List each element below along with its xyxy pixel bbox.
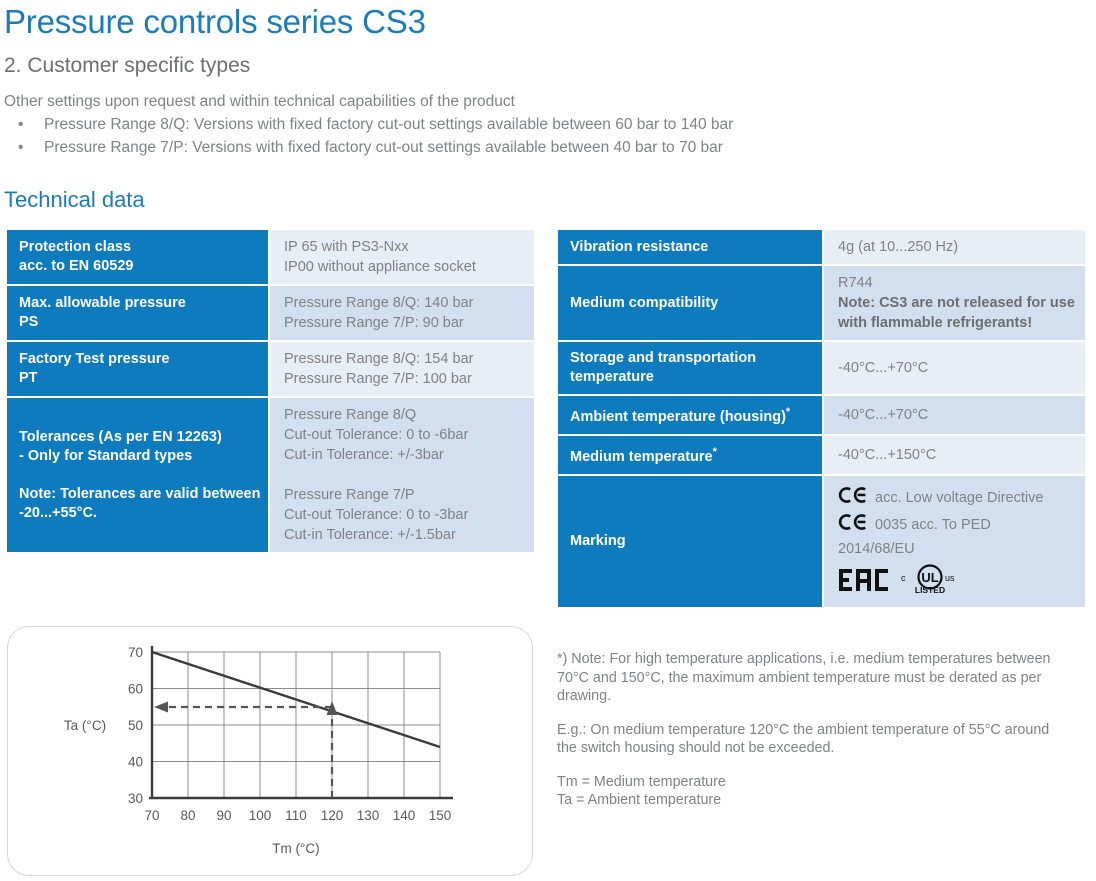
technical-data-table-right: Vibration resistance 4g (at 10...250 Hz)… bbox=[558, 230, 1085, 609]
intro-bullet-list: • Pressure Range 8/Q: Versions with fixe… bbox=[4, 113, 1064, 159]
technical-data-heading: Technical data bbox=[4, 187, 145, 212]
row-key: Storage and transportation temperature bbox=[558, 341, 824, 396]
bullet-icon: • bbox=[18, 116, 24, 133]
row-key: Medium compatibility bbox=[558, 265, 824, 342]
table-row: Protection class acc. to EN 60529 IP 65 w… bbox=[7, 230, 534, 286]
row-value: IP 65 with PS3-Nxx IP00 without appliance… bbox=[269, 230, 534, 286]
row-value-marking: acc. Low voltage Directive 0035 acc. To … bbox=[823, 474, 1085, 609]
marking-block: acc. Low voltage Directive 0035 acc. To … bbox=[838, 483, 1077, 600]
intro-block: Other settings upon request and within t… bbox=[4, 90, 1064, 159]
table-row: Factory Test pressure PT Pressure Range 8… bbox=[7, 341, 534, 398]
svg-text:110: 110 bbox=[285, 808, 307, 823]
row-key: Factory Test pressure PT bbox=[7, 341, 270, 398]
svg-text:120: 120 bbox=[321, 808, 344, 823]
chart-y-axis-label: Ta (°C) bbox=[64, 718, 106, 733]
svg-text:us: us bbox=[945, 573, 955, 583]
list-item: • Pressure Range 7/P: Versions with fixe… bbox=[4, 136, 1064, 159]
table-row: Vibration resistance 4g (at 10...250 Hz) bbox=[558, 230, 1085, 266]
row-key: Protection class acc. to EN 60529 bbox=[7, 230, 270, 286]
ce-mark-icon bbox=[838, 512, 868, 539]
row-key: Max. allowable pressure PS bbox=[7, 285, 270, 342]
svg-text:70: 70 bbox=[144, 808, 159, 823]
row-value: Pressure Range 8/Q: 154 bar Pressure Rang… bbox=[269, 341, 534, 398]
row-key: Ambient temperature (housing) bbox=[570, 408, 786, 425]
derating-chart: 7060 5040 30 70 80 90 100 110 120 130 140 150 … bbox=[64, 645, 453, 856]
row-value-note: Note: CS3 are not released for use with … bbox=[838, 295, 1075, 331]
ce-line-1-label: acc. Low voltage Directive bbox=[875, 489, 1044, 506]
svg-text:70: 70 bbox=[128, 645, 143, 660]
ce-line-3-label: 2014/68/EU bbox=[838, 540, 915, 557]
svg-text:60: 60 bbox=[128, 682, 143, 697]
legend-tm: Tm = Medium temperature bbox=[557, 773, 726, 790]
svg-text:40: 40 bbox=[128, 755, 143, 770]
table-row: Storage and transportation temperature -… bbox=[558, 341, 1085, 396]
ce-line-1: acc. Low voltage Directive bbox=[838, 485, 1077, 512]
table-row: Marking acc. Low voltage Directive 0035 … bbox=[558, 474, 1085, 609]
svg-text:130: 130 bbox=[357, 808, 380, 823]
chart-x-axis-label: Tm (°C) bbox=[272, 841, 319, 856]
notes-panel: *) Note: For high temperature applicatio… bbox=[557, 650, 1067, 810]
ce-line-2-label: 0035 acc. To PED bbox=[875, 516, 991, 533]
section-heading: 2. Customer specific types bbox=[4, 54, 251, 77]
table-row: Medium temperature* -40°C...+150°C bbox=[558, 434, 1085, 476]
note-derating: *) Note: For high temperature applicatio… bbox=[557, 651, 1051, 704]
svg-text:30: 30 bbox=[128, 791, 143, 806]
row-value: -40°C...+70°C bbox=[823, 395, 1085, 436]
row-key-group: Medium temperature* bbox=[558, 434, 824, 476]
certification-badges: c UL us LISTED bbox=[838, 564, 1077, 600]
svg-text:c: c bbox=[901, 573, 906, 583]
table-row: Max. allowable pressure PS Pressure Range… bbox=[7, 285, 534, 342]
intro-text: Other settings upon request and within t… bbox=[4, 93, 515, 110]
row-value: R744 bbox=[838, 275, 873, 291]
ul-listed-mark-icon: c UL us LISTED bbox=[900, 564, 962, 600]
row-key: Tolerances (As per EN 12263) - Only for S… bbox=[7, 397, 270, 554]
list-item-label: Pressure Range 8/Q: Versions with fixed … bbox=[44, 116, 734, 133]
table-row: Tolerances (As per EN 12263) - Only for S… bbox=[7, 397, 534, 554]
note-example: E.g.: On medium temperature 120°C the am… bbox=[557, 721, 1050, 757]
svg-text:LISTED: LISTED bbox=[915, 585, 945, 594]
page-title: Pressure controls series CS3 bbox=[4, 3, 426, 40]
row-key: Vibration resistance bbox=[558, 230, 824, 266]
row-value: -40°C...+70°C bbox=[823, 341, 1085, 396]
row-value: -40°C...+150°C bbox=[823, 434, 1085, 476]
chart-gridlines bbox=[151, 651, 441, 799]
svg-text:90: 90 bbox=[216, 808, 231, 823]
row-value: Pressure Range 8/Q Cut-out Tolerance: 0 t… bbox=[269, 397, 534, 554]
table-row: Medium compatibility R744 Note: CS3 are … bbox=[558, 265, 1085, 342]
svg-text:50: 50 bbox=[128, 718, 143, 733]
chart-y-tick-labels: 70 60 50 40 30 bbox=[128, 645, 143, 806]
technical-data-table-left: Protection class acc. to EN 60529 IP 65 w… bbox=[7, 230, 534, 554]
datasheet-page: Pressure controls series CS3 2. Customer… bbox=[0, 0, 1096, 881]
chart-x-tick-labels: 70 80 90 100 110 120 130 140 150 bbox=[144, 808, 451, 823]
bullet-icon: • bbox=[18, 139, 24, 156]
svg-text:UL: UL bbox=[921, 570, 938, 585]
svg-text:150: 150 bbox=[429, 808, 452, 823]
svg-text:80: 80 bbox=[180, 808, 195, 823]
row-value: 4g (at 10...250 Hz) bbox=[823, 230, 1085, 266]
row-key-group: Ambient temperature (housing)* bbox=[558, 395, 824, 436]
ce-mark-icon bbox=[838, 485, 868, 512]
svg-text:100: 100 bbox=[249, 808, 272, 823]
table-row: Ambient temperature (housing)* -40°C...+… bbox=[558, 395, 1085, 436]
row-key: Medium temperature bbox=[570, 448, 713, 465]
legend-ta: Ta = Ambient temperature bbox=[557, 792, 722, 808]
row-value: Pressure Range 8/Q: 140 bar Pressure Rang… bbox=[269, 285, 534, 342]
ce-line-2: 0035 acc. To PED bbox=[838, 512, 1077, 539]
eac-mark-icon bbox=[838, 566, 890, 600]
row-key: Marking bbox=[558, 474, 824, 609]
footnote-marker: * bbox=[712, 445, 717, 458]
row-value-group: R744 Note: CS3 are not released for use … bbox=[823, 265, 1085, 342]
footnote-marker: * bbox=[785, 406, 791, 418]
svg-text:140: 140 bbox=[393, 808, 416, 823]
list-item: • Pressure Range 8/Q: Versions with fixe… bbox=[4, 113, 1064, 136]
list-item-label: Pressure Range 7/P: Versions with fixed … bbox=[44, 139, 723, 156]
chart-axes bbox=[149, 646, 453, 800]
